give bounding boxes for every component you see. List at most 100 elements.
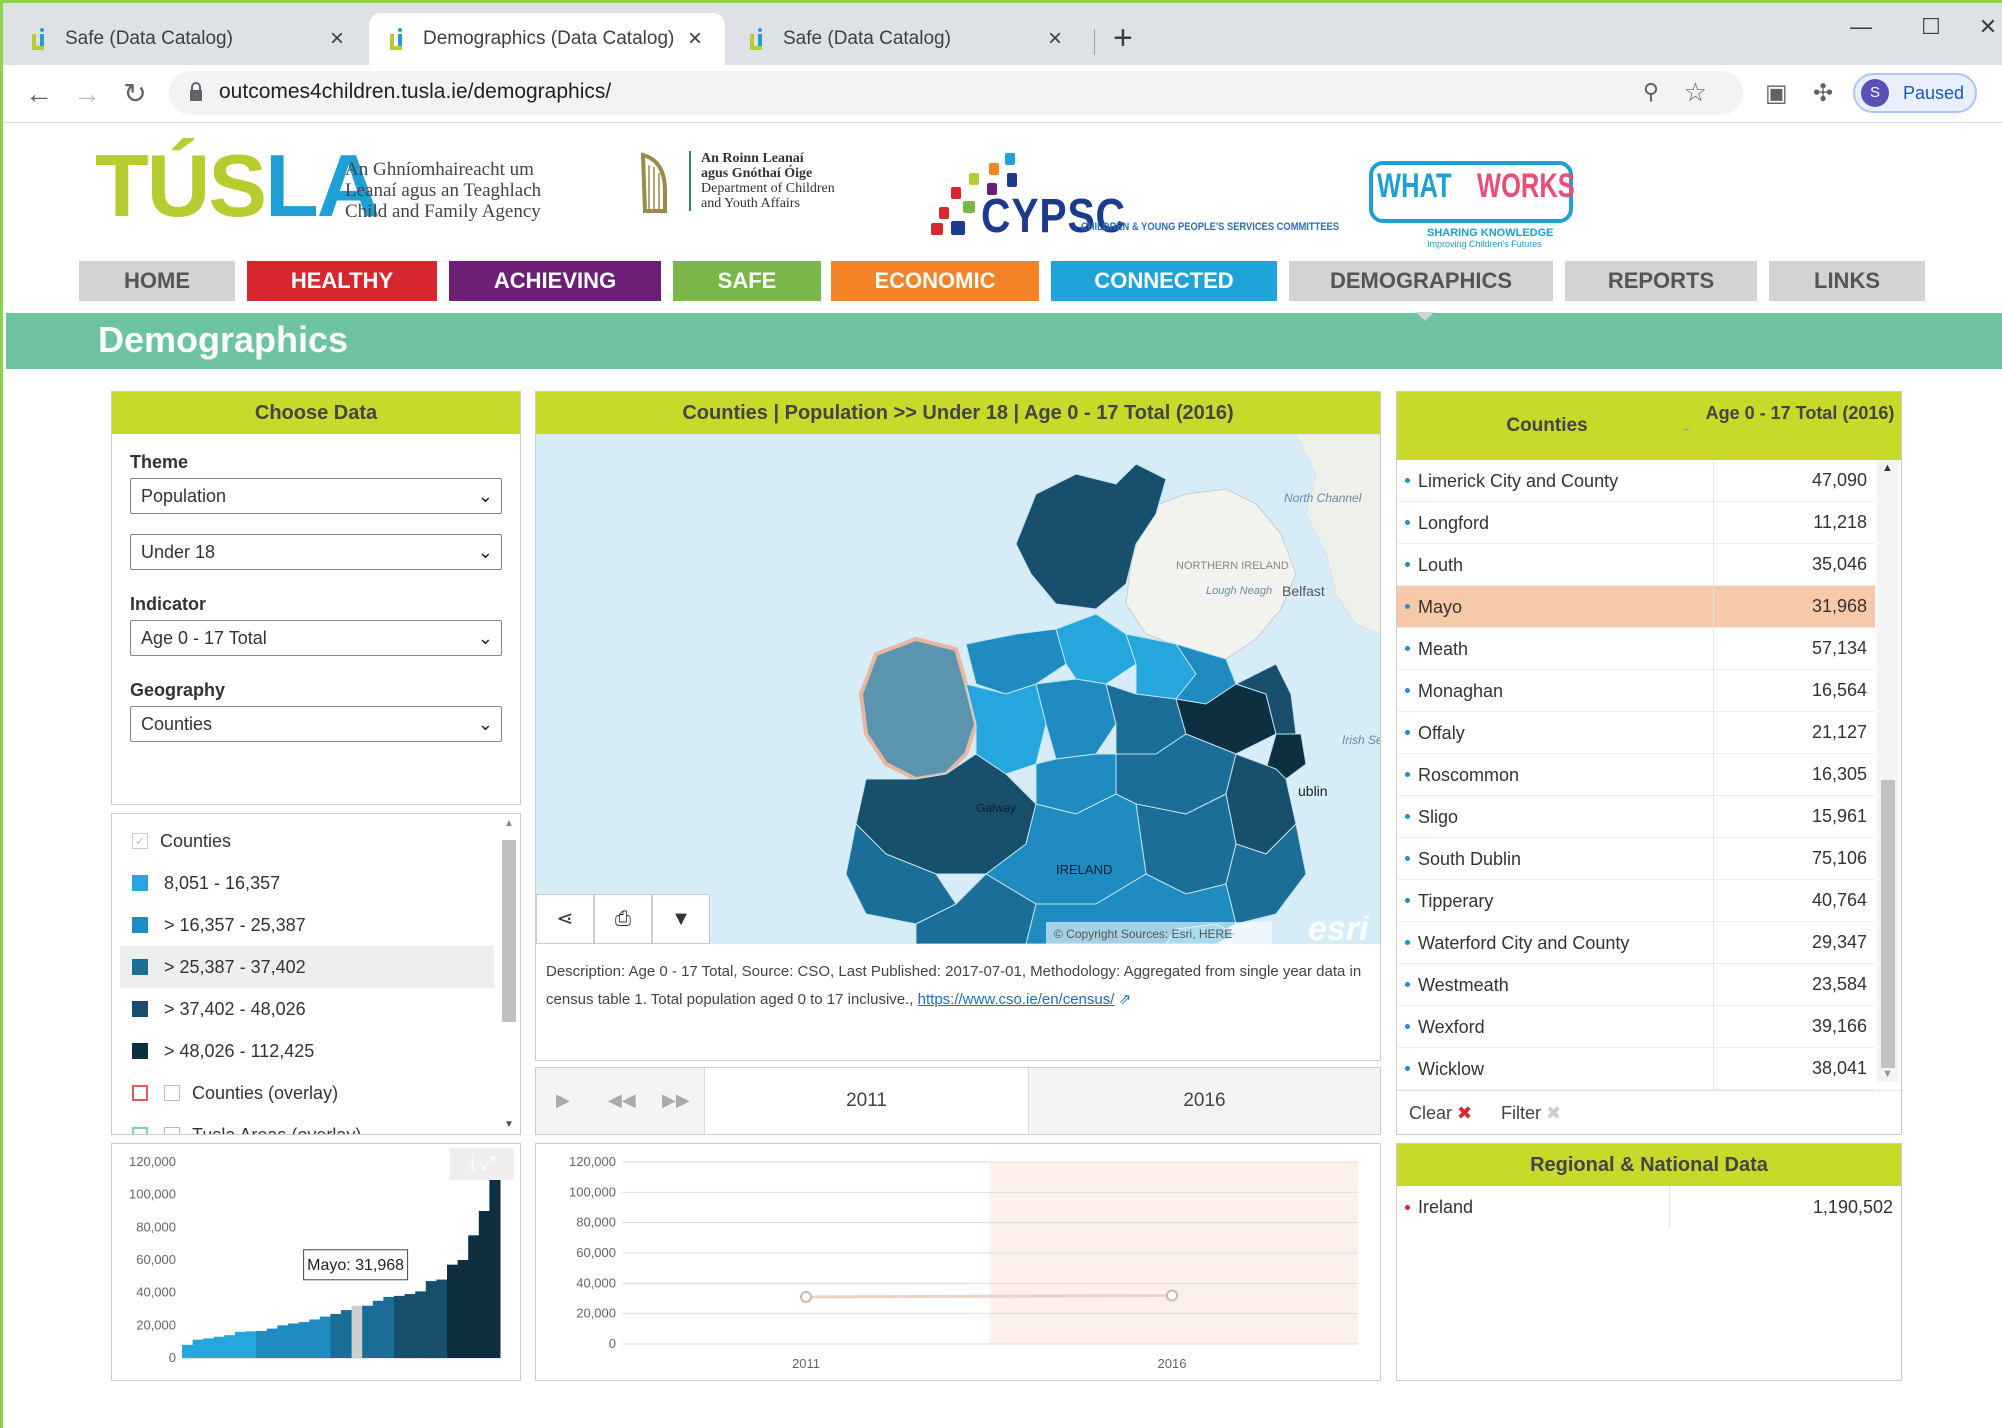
- col-header-counties[interactable]: Counties: [1397, 392, 1697, 460]
- nav-economic[interactable]: ECONOMIC: [831, 261, 1039, 301]
- legend-scrollbar[interactable]: ▲ ▼: [500, 818, 518, 1130]
- share-icon[interactable]: ⋖: [536, 894, 594, 944]
- table-row[interactable]: Monaghan 16,564: [1397, 669, 1875, 712]
- reload-icon[interactable]: ↻: [117, 76, 153, 112]
- county-leitrim[interactable]: [1055, 613, 1137, 685]
- table-row[interactable]: Wicklow 38,041: [1397, 1047, 1875, 1090]
- cso-link[interactable]: https://www.cso.ie/en/census/: [918, 991, 1115, 1008]
- subtheme-select[interactable]: Under 18 ⌄: [130, 534, 502, 570]
- profile-button[interactable]: S Paused: [1853, 73, 1977, 113]
- clear-button[interactable]: Clear ✖: [1409, 1103, 1472, 1124]
- nav-reports[interactable]: REPORTS: [1565, 261, 1757, 301]
- extensions-puzzle-icon[interactable]: ✣: [1813, 79, 1833, 108]
- map-label-dublin: ublin: [1298, 783, 1328, 799]
- table-row[interactable]: Limerick City and County 47,090: [1397, 459, 1875, 502]
- scroll-up-icon[interactable]: ▲: [504, 818, 514, 829]
- table-row[interactable]: South Dublin 75,106: [1397, 837, 1875, 880]
- nav-achieving[interactable]: ACHIEVING: [449, 261, 661, 301]
- year-2011[interactable]: 2011: [704, 1068, 1028, 1134]
- county-longford[interactable]: [1035, 678, 1117, 760]
- table-row[interactable]: Sligo 15,961: [1397, 795, 1875, 838]
- what-works-logo[interactable]: WHAT WORKS SHARING KNOWLEDGE Improving C…: [1367, 149, 1577, 249]
- table-row[interactable]: Waterford City and County 29,347: [1397, 921, 1875, 964]
- close-tab-icon[interactable]: ×: [683, 25, 707, 53]
- table-row[interactable]: Tipperary 40,764: [1397, 879, 1875, 922]
- checkbox-icon[interactable]: [164, 1127, 180, 1134]
- bar: [245, 1331, 257, 1358]
- address-bar[interactable]: outcomes4children.tusla.ie/demographics/…: [169, 71, 1743, 115]
- table-row[interactable]: Longford 11,218: [1397, 501, 1875, 544]
- sort-icon[interactable]: ⌄: [1681, 420, 1691, 434]
- geography-select[interactable]: Counties ⌄: [130, 706, 502, 742]
- map-canvas[interactable]: North Channel NORTHERN IRELAND Lough Nea…: [536, 434, 1380, 944]
- table-row[interactable]: Westmeath 23,584: [1397, 963, 1875, 1006]
- indicator-select[interactable]: Age 0 - 17 Total ⌄: [130, 620, 502, 656]
- nav-home[interactable]: HOME: [79, 261, 235, 301]
- legend-header[interactable]: ✓ Counties: [112, 820, 502, 862]
- legend-overlay[interactable]: Counties (overlay): [112, 1072, 502, 1114]
- legend-overlay[interactable]: Tusla Areas (overlay): [112, 1114, 502, 1134]
- nav-links[interactable]: LINKS: [1769, 261, 1925, 301]
- minimize-icon[interactable]: —: [1831, 11, 1891, 43]
- col-header-value[interactable]: Age 0 - 17 Total (2016): [1703, 400, 1897, 426]
- maximize-icon[interactable]: ☐: [1901, 11, 1961, 43]
- county-mayo[interactable]: [858, 636, 979, 782]
- bookmark-star-icon[interactable]: ☆: [1684, 77, 1707, 108]
- scroll-down-icon[interactable]: ▼: [504, 1119, 514, 1130]
- nav-safe[interactable]: SAFE: [673, 261, 821, 301]
- tusla-sub-line: Leanaí agus an Teaghlach: [345, 180, 542, 201]
- scroll-down-icon[interactable]: ▼: [1882, 1068, 1893, 1080]
- extension-reader-icon[interactable]: ▣: [1765, 79, 1788, 108]
- filter-button[interactable]: Filter ✖: [1501, 1103, 1561, 1124]
- regional-row[interactable]: Ireland 1,190,502: [1397, 1186, 1901, 1228]
- new-tab-icon[interactable]: +: [1113, 21, 1133, 55]
- checkbox-checked-icon[interactable]: ✓: [132, 833, 148, 849]
- county-value: 40,764: [1811, 890, 1867, 910]
- table-scrollbar[interactable]: ▲ ▼: [1877, 460, 1899, 1082]
- table-row[interactable]: Wexford 39,166: [1397, 1005, 1875, 1048]
- tab-safe-1[interactable]: Safe (Data Catalog) ×: [11, 13, 367, 65]
- legend-class[interactable]: > 37,402 - 48,026: [112, 988, 502, 1030]
- play-icon[interactable]: ▶: [556, 1090, 570, 1111]
- close-tab-icon[interactable]: ×: [1043, 25, 1067, 53]
- download-chart-icon[interactable]: ⤓ ⤢: [450, 1148, 514, 1180]
- scroll-thumb[interactable]: [1881, 780, 1895, 1068]
- external-link-icon[interactable]: ⇗: [1119, 991, 1132, 1008]
- checkbox-icon[interactable]: [164, 1085, 180, 1101]
- theme-select[interactable]: Population ⌄: [130, 478, 502, 514]
- department-logo[interactable]: An Roinn Leanaí agus Gnóthaí Óige Depart…: [635, 151, 835, 215]
- forward-icon[interactable]: →: [69, 76, 105, 112]
- nav-connected[interactable]: CONNECTED: [1051, 261, 1277, 301]
- back-icon[interactable]: ←: [21, 76, 57, 112]
- print-icon[interactable]: ⎙: [594, 894, 652, 944]
- tab-demographics[interactable]: Demographics (Data Catalog) ×: [369, 13, 725, 65]
- scroll-thumb[interactable]: [502, 840, 516, 1022]
- browser-menu-icon[interactable]: ⋮: [1993, 79, 2002, 105]
- year-2016[interactable]: 2016: [1028, 1068, 1380, 1134]
- chevron-down-icon: ⌄: [477, 542, 493, 562]
- table-row[interactable]: Meath 57,134: [1397, 627, 1875, 670]
- y-tick-label: 0: [609, 1336, 616, 1351]
- legend-class[interactable]: > 16,357 - 25,387: [112, 904, 502, 946]
- table-row[interactable]: Roscommon 16,305: [1397, 753, 1875, 796]
- table-row[interactable]: Offaly 21,127: [1397, 711, 1875, 754]
- legend-class[interactable]: > 48,026 - 112,425: [112, 1030, 502, 1072]
- close-tab-icon[interactable]: ×: [325, 25, 349, 53]
- tusla-logo[interactable]: TÚSLA: [95, 141, 380, 231]
- step-back-icon[interactable]: ◀◀: [608, 1090, 636, 1111]
- filter-icon[interactable]: ▼: [652, 894, 710, 944]
- table-row[interactable]: Louth 35,046: [1397, 543, 1875, 586]
- nav-demographics[interactable]: DEMOGRAPHICS: [1289, 261, 1553, 301]
- scroll-up-icon[interactable]: ▲: [1882, 462, 1893, 474]
- zoom-icon[interactable]: ⚲: [1643, 79, 1659, 105]
- ireland-map[interactable]: North Channel NORTHERN IRELAND Lough Nea…: [536, 434, 1380, 944]
- legend-class[interactable]: > 25,387 - 37,402: [120, 946, 494, 988]
- nav-healthy[interactable]: HEALTHY: [247, 261, 437, 301]
- legend-class[interactable]: 8,051 - 16,357: [112, 862, 502, 904]
- cypsc-logo[interactable]: CYPSC CHILDREN & YOUNG PEOPLE'S SERVICES…: [929, 151, 1339, 243]
- y-tick-label: 80,000: [136, 1219, 176, 1234]
- step-forward-icon[interactable]: ▶▶: [662, 1090, 690, 1111]
- table-row[interactable]: Mayo 31,968: [1397, 585, 1875, 628]
- tab-safe-2[interactable]: Safe (Data Catalog) ×: [729, 13, 1085, 65]
- close-window-icon[interactable]: ✕: [1958, 11, 2002, 43]
